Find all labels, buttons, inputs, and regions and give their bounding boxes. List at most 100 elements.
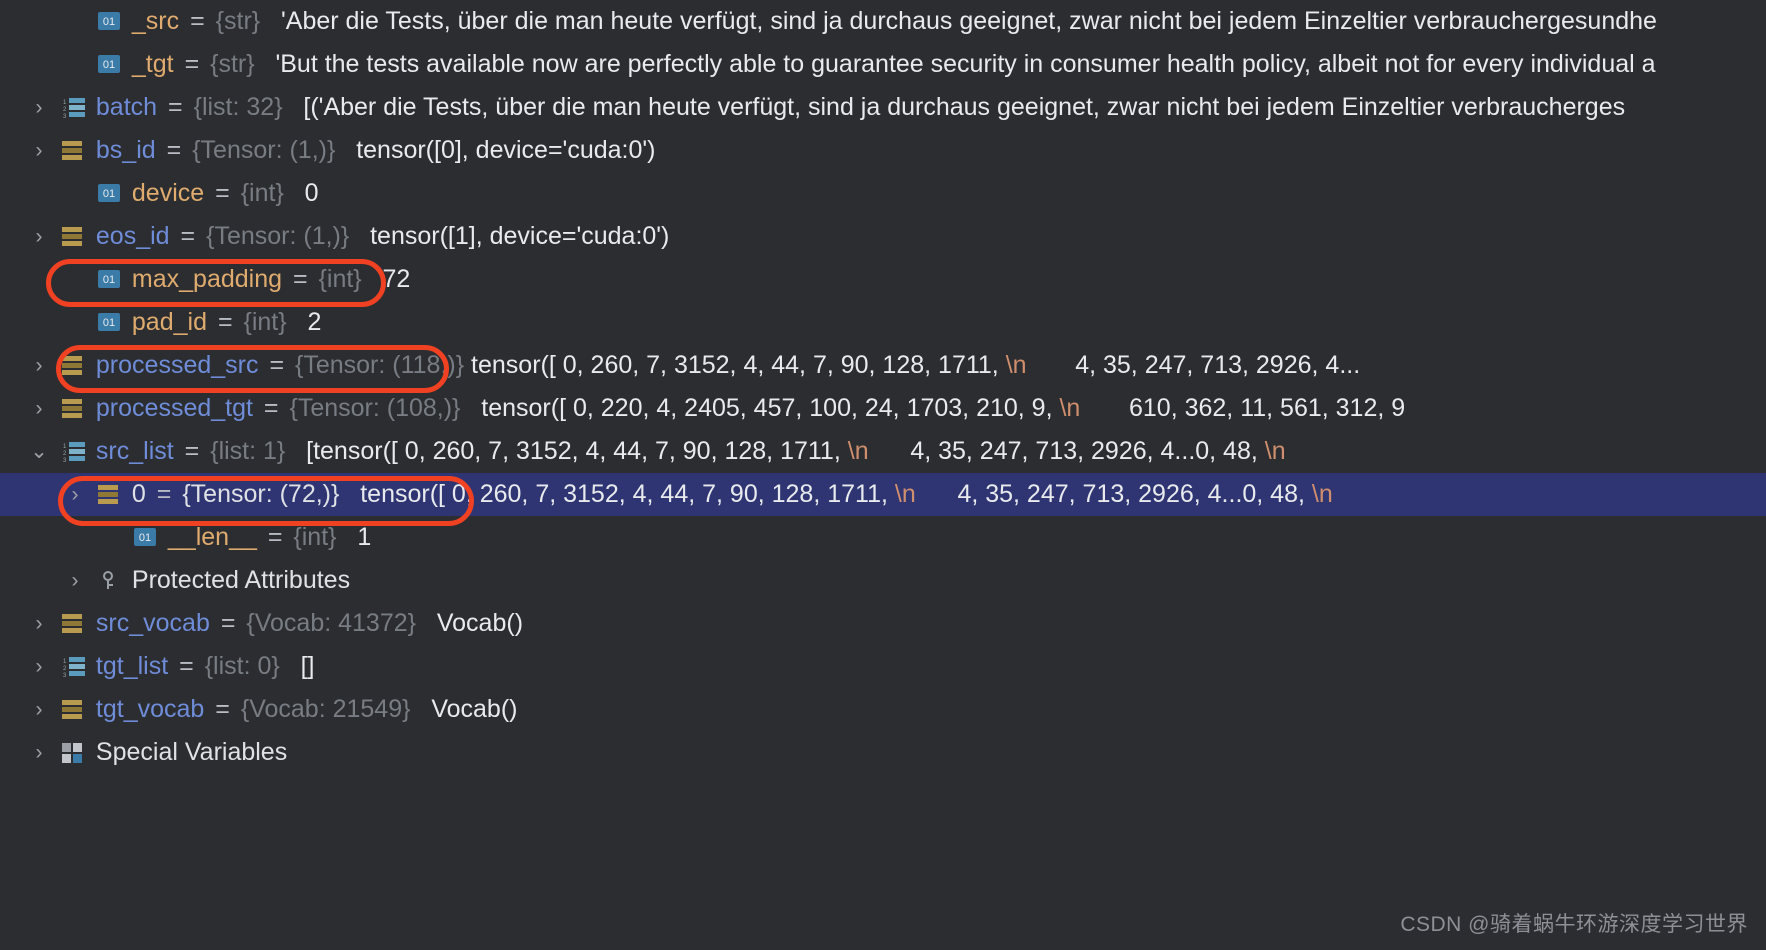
tensor-icon [59,344,89,387]
tree-row[interactable]: › 01 max_padding = {int} 72 [0,258,1766,301]
variable-name: eos_id [95,222,170,250]
chevron-right-icon[interactable]: › [62,473,88,516]
tree-row-selected[interactable]: › 0 = {Tensor: (72,)} tensor([ 0, 260, 7… [0,473,1766,516]
variable-type: {Tensor: (118,)} [295,351,465,379]
tree-row[interactable]: › processed_src = {Tensor: (118,)} tenso… [0,344,1766,387]
tree-row[interactable]: › 01 _src = {str} 'Aber die Tests, über … [0,0,1766,43]
row-content: › eos_id = {Tensor: (1,)} tensor([1], de… [0,215,670,258]
equals-sign: = [267,523,283,551]
variable-name: processed_src [95,351,259,379]
expand-toggle-icon: › [98,516,124,559]
variable-value: [] [300,652,315,680]
variable-name: _src [131,7,180,35]
variable-name: bs_id [95,136,156,164]
svg-text:01: 01 [103,188,115,200]
variable-type: {list: 0} [204,652,280,680]
debugger-variables-panel: › 01 _src = {str} 'Aber die Tests, über … [0,0,1766,950]
tree-row[interactable]: › src_vocab = {Vocab: 41372} Vocab() [0,602,1766,645]
variable-type: {list: 1} [210,437,286,465]
variable-name: src_list [95,437,174,465]
tree-row[interactable]: › tgt_vocab = {Vocab: 21549} Vocab() [0,688,1766,731]
field-01-icon: 01 [95,301,125,344]
variables-tree[interactable]: › 01 _src = {str} 'Aber die Tests, über … [0,0,1766,774]
variable-value-tail: 4, 35, 247, 713, 2926, 4...0, 48, [910,437,1258,465]
chevron-right-icon[interactable]: › [26,688,52,731]
chevron-right-icon[interactable]: › [26,344,52,387]
expand-toggle-icon: › [62,301,88,344]
row-content: › 1 2 3 tgt_list = {list: 0} [] [0,645,315,688]
tree-row[interactable]: ⌄ 1 2 3 src_list = {list: 1} [tensor([ 0… [0,430,1766,473]
tree-row[interactable]: › 01 __len__ = {int} 1 [0,516,1766,559]
variable-value: 'But the tests available now are perfect… [275,50,1656,78]
variable-name: tgt_vocab [95,695,205,723]
variable-type: {str} [215,7,261,35]
equals-sign: = [269,351,285,379]
variable-name: _tgt [131,50,174,78]
field-01-icon: 01 [95,258,125,301]
tree-row[interactable]: › eos_id = {Tensor: (1,)} tensor([1], de… [0,215,1766,258]
svg-text:2: 2 [63,107,67,113]
tensor-icon [59,387,89,430]
variable-type: {Vocab: 21549} [240,695,411,723]
field-01-icon: 01 [95,43,125,86]
variable-value: 72 [382,265,411,293]
key-icon [95,559,125,602]
svg-text:01: 01 [103,274,115,286]
chevron-right-icon[interactable]: › [26,215,52,258]
row-content: › tgt_vocab = {Vocab: 21549} Vocab() [0,688,518,731]
chevron-right-icon[interactable]: › [26,731,52,774]
variable-value: tensor([0], device='cuda:0') [356,136,656,164]
variable-name: __len__ [167,523,257,551]
row-content: › bs_id = {Tensor: (1,)} tensor([0], dev… [0,129,656,172]
chevron-right-icon[interactable]: › [26,602,52,645]
svg-text:1: 1 [63,659,67,665]
chevron-down-icon[interactable]: ⌄ [26,430,52,473]
chevron-right-icon[interactable]: › [26,387,52,430]
variable-value: [tensor([ 0, 260, 7, 3152, 4, 44, 7, 90,… [306,437,841,465]
variable-type: {int} [243,308,287,336]
tree-row[interactable]: › 01 _tgt = {str} 'But the tests availab… [0,43,1766,86]
tree-row[interactable]: › Special Variables [0,731,1766,774]
tree-row[interactable]: › processed_tgt = {Tensor: (108,)} tenso… [0,387,1766,430]
variable-type: {Tensor: (108,)} [289,394,461,422]
chevron-right-icon[interactable]: › [26,645,52,688]
variable-name: processed_tgt [95,394,253,422]
tree-row[interactable]: › 01 device = {int} 0 [0,172,1766,215]
variable-value-tail: 4, 35, 247, 713, 2926, 4... [1075,351,1361,379]
row-content: › 01 device = {int} 0 [0,172,319,215]
tree-row[interactable]: › 1 2 3 tgt_list = {list: 0} [] [0,645,1766,688]
watermark: CSDN @骑着蜗牛环游深度学习世界 [1400,913,1748,936]
variable-type: {Tensor: (1,)} [192,136,336,164]
escape-newline: \n [1005,351,1027,379]
tree-row[interactable]: › bs_id = {Tensor: (1,)} tensor([0], dev… [0,129,1766,172]
row-content: › 01 _tgt = {str} 'But the tests availab… [0,43,1656,86]
tensor-icon [95,473,125,516]
variable-type: {Tensor: (1,)} [206,222,350,250]
variable-type: {Vocab: 41372} [246,609,416,637]
row-content: › processed_tgt = {Tensor: (108,)} tenso… [0,387,1406,430]
svg-text:01: 01 [103,59,115,71]
chevron-right-icon[interactable]: › [26,86,52,129]
expand-toggle-icon: › [62,0,88,43]
group-label: Protected Attributes [131,566,351,594]
row-content: › 0 = {Tensor: (72,)} tensor([ 0, 260, 7… [0,473,1333,516]
chevron-right-icon[interactable]: › [26,129,52,172]
chevron-right-icon[interactable]: › [62,559,88,602]
variable-name: 0 [131,480,146,508]
equals-sign: = [215,695,230,723]
svg-text:3: 3 [63,458,67,463]
equals-sign: = [179,652,194,680]
variable-type: {str} [210,50,255,78]
row-content: › 01 max_padding = {int} 72 [0,258,410,301]
tree-row[interactable]: › Protected Attributes [0,559,1766,602]
equals-sign: = [180,222,196,250]
variable-value: tensor([ 0, 220, 4, 2405, 457, 100, 24, … [481,394,1053,422]
tree-row[interactable]: › 1 2 3 batch = {list: 32} [('Aber die T… [0,86,1766,129]
tree-row[interactable]: › 01 pad_id = {int} 2 [0,301,1766,344]
escape-newline-2: \n [1311,480,1333,508]
special-vars-icon [59,731,89,774]
row-content: › processed_src = {Tensor: (118,)} tenso… [0,344,1361,387]
equals-sign: = [184,437,200,465]
row-content: ⌄ 1 2 3 src_list = {list: 1} [tensor([ 0… [0,430,1285,473]
tensor-icon [59,215,89,258]
